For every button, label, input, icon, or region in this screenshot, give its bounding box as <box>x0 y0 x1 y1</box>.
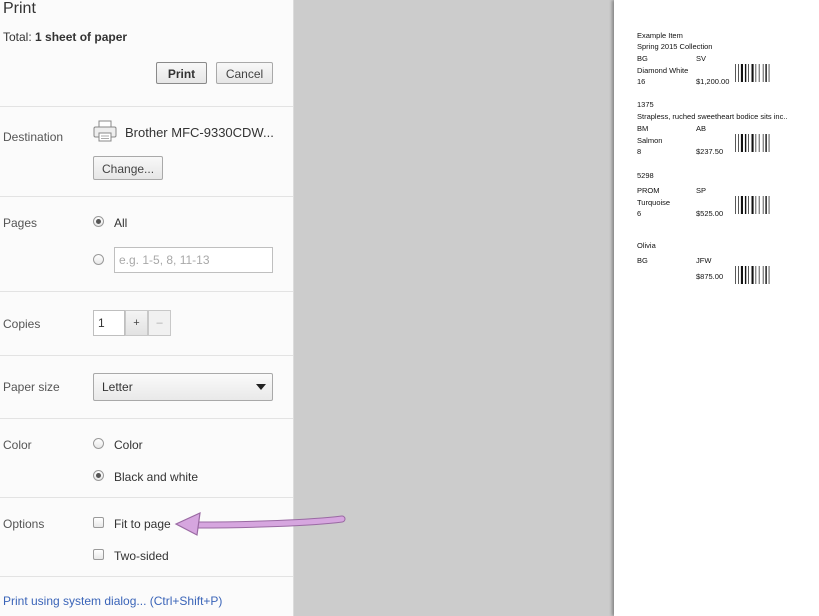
barcode-image <box>735 64 770 82</box>
color-radio[interactable] <box>93 438 104 449</box>
fit-to-page-label[interactable]: Fit to page <box>114 517 171 531</box>
preview-text: 1375 <box>637 100 654 109</box>
preview-text: SV <box>696 54 707 63</box>
annotation-arrow <box>174 511 346 536</box>
divider <box>0 497 293 498</box>
chevron-down-icon <box>256 384 266 390</box>
pages-label: Pages <box>3 216 38 230</box>
divider <box>0 196 293 197</box>
preview-text: JFW <box>696 256 712 265</box>
system-dialog-link[interactable]: Print using system dialog... (Ctrl+Shift… <box>3 594 222 608</box>
preview-text: 6 <box>637 209 642 218</box>
preview-text: Spring 2015 Collection <box>637 42 713 51</box>
pages-range-radio[interactable] <box>93 254 104 265</box>
pages-all-label: All <box>114 216 128 230</box>
page-range-input[interactable] <box>114 247 273 273</box>
dialog-title: Print <box>3 0 36 17</box>
summary-prefix: Total: <box>3 30 32 44</box>
fit-to-page-checkbox[interactable] <box>93 517 104 528</box>
options-label: Options <box>3 517 45 531</box>
cancel-button[interactable]: Cancel <box>216 62 273 84</box>
preview-text: BG <box>637 54 648 63</box>
preview-text: 8 <box>637 147 642 156</box>
printer-name: Brother MFC-9330CDW... <box>125 125 274 140</box>
preview-text: 16 <box>637 77 646 86</box>
barcode-image <box>735 266 770 284</box>
divider <box>0 355 293 356</box>
barcode-image <box>735 134 770 152</box>
two-sided-checkbox[interactable] <box>93 549 104 560</box>
paper-size-label: Paper size <box>3 380 60 394</box>
preview-text: SP <box>696 186 707 195</box>
summary-value: 1 sheet of paper <box>35 30 128 44</box>
paper-size-value: Letter <box>102 380 133 394</box>
printer-icon <box>93 120 117 142</box>
page-preview: Example Item Spring 2015 Collection BG S… <box>614 0 819 616</box>
copies-decrement-button[interactable]: – <box>148 310 171 336</box>
preview-text: $525.00 <box>696 209 724 218</box>
preview-text: BG <box>637 256 648 265</box>
preview-text: Example Item <box>637 31 683 40</box>
preview-text: $237.50 <box>696 147 724 156</box>
black-and-white-label: Black and white <box>114 470 199 484</box>
change-destination-button[interactable]: Change... <box>93 156 163 180</box>
paper-size-select[interactable]: Letter <box>93 373 273 401</box>
preview-text: Olivia <box>637 241 656 250</box>
divider <box>0 291 293 292</box>
color-label: Color <box>3 438 32 452</box>
two-sided-label[interactable]: Two-sided <box>114 549 169 563</box>
print-button[interactable]: Print <box>156 62 207 84</box>
pages-all-radio[interactable] <box>93 216 104 227</box>
preview-text: Salmon <box>637 136 663 145</box>
preview-text: $875.00 <box>696 272 724 281</box>
divider <box>0 106 293 107</box>
preview-text: Turquoise <box>637 198 671 207</box>
copies-input[interactable] <box>93 310 125 336</box>
copies-label: Copies <box>3 317 41 331</box>
preview-text: Diamond White <box>637 66 689 75</box>
preview-text: BM <box>637 124 649 133</box>
barcode-image <box>735 196 770 214</box>
divider <box>0 576 293 577</box>
preview-text: $1,200.00 <box>696 77 730 86</box>
sheet-summary: Total: 1 sheet of paper <box>3 30 127 44</box>
preview-text: Strapless, ruched sweetheart bodice sits… <box>637 112 788 121</box>
divider <box>0 418 293 419</box>
preview-text: AB <box>696 124 707 133</box>
black-and-white-radio[interactable] <box>93 470 104 481</box>
preview-text: 5298 <box>637 171 654 180</box>
copies-increment-button[interactable]: + <box>125 310 148 336</box>
destination-label: Destination <box>3 130 64 144</box>
preview-text: PROM <box>637 186 660 195</box>
color-option-label: Color <box>114 438 143 452</box>
